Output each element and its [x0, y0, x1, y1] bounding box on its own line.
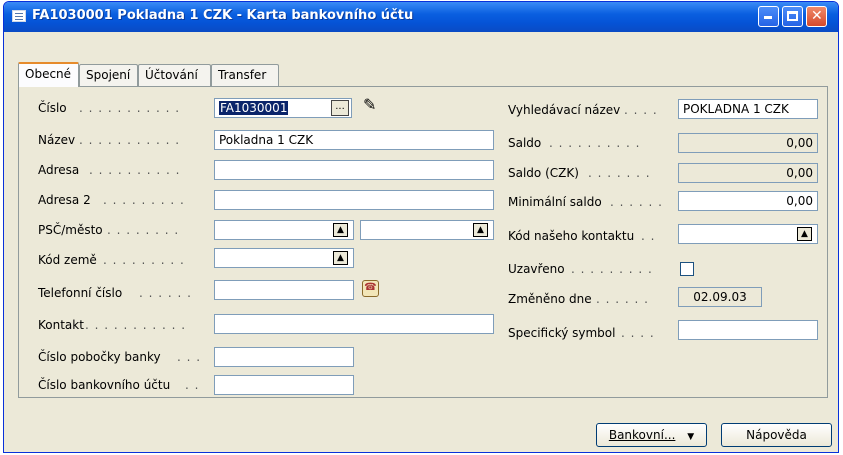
napoveda-button[interactable]: Nápověda — [721, 423, 832, 447]
cislo-value: FA1030001 — [219, 101, 289, 115]
general-tab-panel: Číslo . . . . . . . . . . . FA1030001 ..… — [18, 86, 828, 398]
cislo-uctu-dots: . . — [185, 378, 200, 392]
city-lookup-icon[interactable]: ▲ — [473, 223, 488, 237]
uzavreno-label: Uzavřeno — [508, 262, 565, 276]
telefon-dots: . . . . . . — [139, 286, 192, 300]
kod-zeme-label: Kód země — [38, 253, 97, 267]
saldo-dots: . . . . . . . . . . — [549, 136, 641, 150]
vyhledavaci-field[interactable]: POKLADNA 1 CZK — [678, 99, 818, 119]
phone-dial-icon[interactable]: ☎ — [362, 280, 379, 297]
saldo-czk-field: 0,00 — [678, 163, 818, 183]
tab-obecne[interactable]: Obecné — [18, 62, 79, 87]
tab-uctovani[interactable]: Účtování — [138, 64, 211, 86]
bank-account-card-window: FA1030001 Pokladna 1 CZK - Karta bankovn… — [3, 1, 839, 453]
cislo-pobocky-field[interactable] — [214, 347, 354, 367]
kontakt-dots: . . . . . . . . . . . — [85, 318, 187, 332]
close-button[interactable]: ✕ — [806, 6, 827, 27]
bankovni-label: Bankovní... — [608, 428, 676, 442]
adresa-label: Adresa — [38, 163, 80, 177]
kod-kontaktu-dots: . . — [641, 229, 656, 243]
zmeneno-dots: . . . . . . — [596, 292, 649, 306]
min-saldo-label: Minimální saldo — [508, 195, 602, 209]
nazev-field[interactable]: Pokladna 1 CZK — [214, 130, 494, 150]
uzavreno-dots: . . . . . . . . . — [571, 262, 653, 276]
nazev-label: Název — [38, 133, 76, 147]
cislo-label: Číslo — [38, 101, 67, 115]
title-bar[interactable]: FA1030001 Pokladna 1 CZK - Karta bankovn… — [4, 2, 838, 32]
kod-zeme-dots: . . . . . . . . . — [103, 253, 185, 267]
adresa2-label: Adresa 2 — [38, 193, 91, 207]
kontakt-field[interactable] — [214, 314, 494, 334]
telefon-field[interactable] — [214, 280, 354, 300]
adresa2-field[interactable] — [214, 190, 494, 210]
maximize-button[interactable] — [782, 6, 803, 27]
telefon-label: Telefonní číslo — [38, 286, 123, 300]
spec-symbol-field[interactable] — [678, 320, 818, 340]
tab-spojeni[interactable]: Spojení — [79, 64, 138, 86]
cislo-uctu-field[interactable] — [214, 375, 354, 395]
maximize-icon — [787, 11, 798, 21]
tab-transfer[interactable]: Transfer — [211, 64, 279, 86]
chevron-down-icon: ▼ — [687, 432, 695, 442]
nazev-dots: . . . . . . . . . . . — [79, 133, 181, 147]
cislo-pobocky-label: Číslo pobočky banky — [38, 350, 161, 364]
saldo-field: 0,00 — [678, 133, 818, 153]
uzavreno-checkbox[interactable] — [680, 262, 694, 276]
form-icon — [12, 10, 26, 22]
kod-zeme-lookup-icon[interactable]: ▲ — [333, 251, 348, 265]
kod-kontaktu-label: Kód našeho kontaktu — [508, 229, 635, 243]
close-icon: ✕ — [811, 8, 823, 24]
ellipsis-icon[interactable]: ... — [331, 100, 349, 116]
vyhledavaci-dots: . . . . — [624, 103, 658, 117]
saldo-czk-dots: . . . . . . . — [588, 166, 651, 180]
min-saldo-dots: . . . . . . — [610, 195, 663, 209]
adresa-field[interactable] — [214, 160, 494, 180]
saldo-czk-label: Saldo (CZK) — [508, 166, 579, 180]
pencil-icon[interactable]: ✎ — [363, 95, 376, 114]
min-saldo-field[interactable]: 0,00 — [678, 191, 818, 211]
cislo-uctu-label: Číslo bankovního účtu — [38, 378, 171, 392]
saldo-label: Saldo — [508, 136, 542, 150]
zmeneno-label: Změněno dne — [508, 292, 592, 306]
spec-symbol-label: Specifický symbol — [508, 326, 616, 340]
minimize-icon — [764, 16, 772, 19]
vyhledavaci-label: Vyhledávací název — [508, 103, 621, 117]
spec-symbol-dots: . . . . — [621, 326, 655, 340]
adresa2-dots: . . . . . . . . . — [103, 193, 185, 207]
adresa-dots: . . . . . . . . . . — [89, 163, 181, 177]
window-title: FA1030001 Pokladna 1 CZK - Karta bankovn… — [32, 8, 414, 23]
psc-label: PSČ/město — [38, 223, 103, 237]
psc-lookup-icon[interactable]: ▲ — [333, 223, 348, 237]
kontakt-label: Kontakt — [38, 318, 84, 332]
zmeneno-field: 02.09.03 — [678, 287, 762, 307]
bankovni-button[interactable]: Bankovní... ▼ — [596, 423, 707, 447]
psc-dots: . . . . . . . . — [107, 223, 180, 237]
kod-kontaktu-lookup-icon[interactable]: ▲ — [797, 227, 812, 241]
cislo-pobocky-dots: . . . — [177, 350, 202, 364]
minimize-button[interactable] — [758, 6, 779, 27]
cislo-dots: . . . . . . . . . . . — [79, 101, 181, 115]
